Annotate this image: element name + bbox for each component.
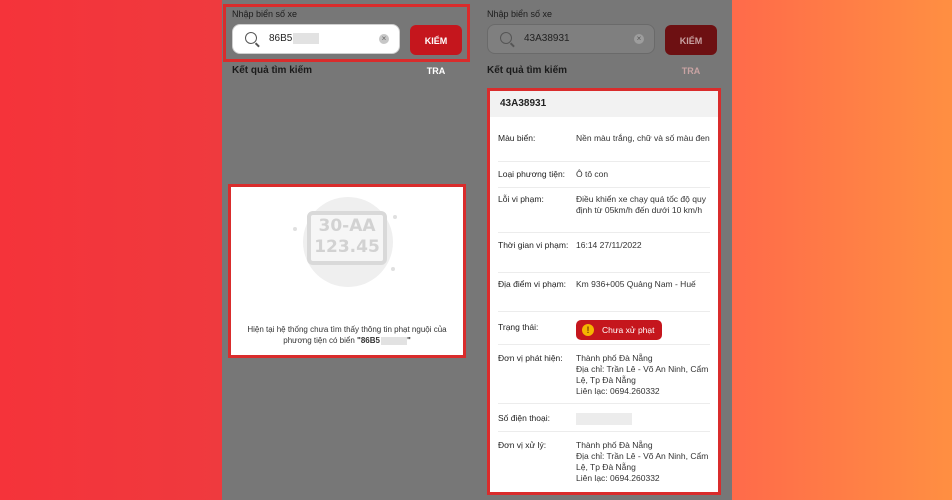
background-right: [730, 0, 952, 500]
results-title: Kết quả tìm kiếm: [487, 65, 568, 76]
highlight-empty-result: [228, 184, 466, 358]
highlight-search-area: [223, 4, 470, 62]
clear-icon[interactable]: ×: [634, 34, 644, 44]
plate-search-input[interactable]: 43A38931 ×: [487, 24, 655, 54]
highlight-result-card: [487, 88, 721, 495]
check-button[interactable]: KIỂM TRA: [665, 25, 717, 76]
background-left: [0, 0, 222, 500]
results-title: Kết quả tìm kiếm: [232, 65, 313, 76]
search-icon: [500, 32, 512, 44]
plate-field-label: Nhập biển số xe: [487, 9, 553, 19]
plate-search-value: 43A38931: [524, 33, 570, 44]
